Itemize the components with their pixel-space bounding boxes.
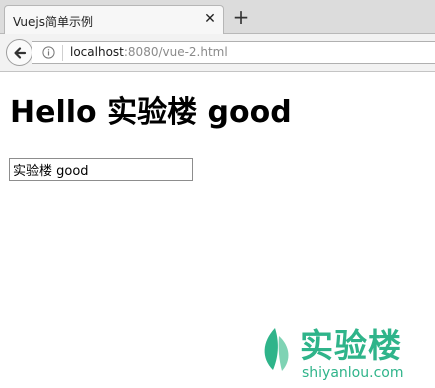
navigation-bar: localhost:8080/vue-2.html — [0, 34, 435, 72]
message-input[interactable] — [9, 158, 193, 181]
close-icon[interactable]: ✕ — [203, 12, 217, 26]
tab-strip: Vuejs简单示例 ✕ + — [0, 0, 435, 35]
url-divider — [62, 45, 63, 61]
tab-title: Vuejs简单示例 — [13, 15, 93, 29]
address-bar[interactable]: localhost:8080/vue-2.html — [32, 41, 435, 64]
url-path: :8080/vue-2.html — [123, 45, 228, 59]
arrow-left-icon — [14, 47, 27, 59]
back-button[interactable] — [6, 39, 33, 66]
url-text[interactable]: localhost:8080/vue-2.html — [70, 45, 228, 59]
leaf-logo-icon — [264, 328, 289, 371]
page-heading: Hello 实验楼 good — [10, 95, 292, 130]
tab-active[interactable]: Vuejs简单示例 ✕ — [4, 5, 224, 35]
shiyanlou-watermark: 实验楼 shiyanlou.com — [258, 326, 428, 384]
logo-text-cn: 实验楼 — [300, 326, 402, 365]
logo-text-en: shiyanlou.com — [302, 365, 404, 381]
plus-icon[interactable]: + — [230, 6, 252, 28]
url-host: localhost — [70, 45, 124, 59]
info-circle-icon[interactable] — [42, 46, 55, 59]
